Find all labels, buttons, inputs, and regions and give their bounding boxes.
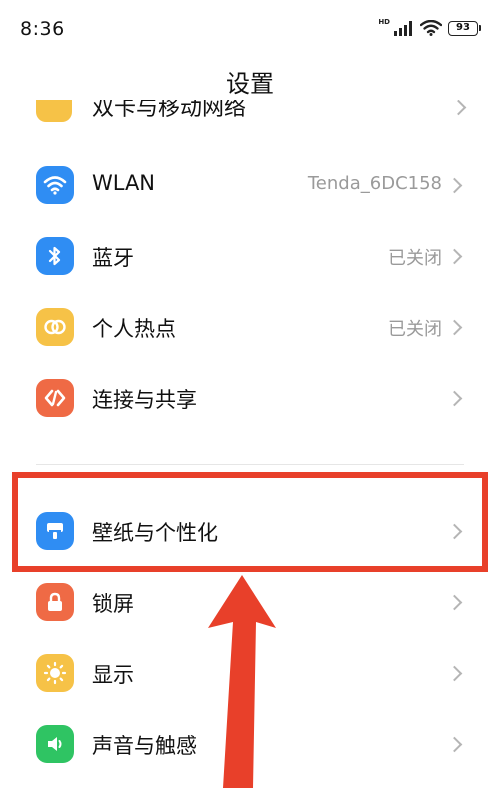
settings-item-display[interactable]: 显示 bbox=[0, 638, 500, 708]
settings-item-label: 个人热点 bbox=[92, 317, 176, 341]
chevron-right-icon bbox=[446, 594, 463, 611]
chevron-right-icon bbox=[450, 100, 467, 116]
settings-item-value: Tenda_6DC158 bbox=[307, 173, 442, 194]
chevron-right-icon bbox=[446, 248, 463, 265]
settings-item-connection-sharing[interactable]: 连接与共享 bbox=[0, 363, 500, 433]
chevron-right-icon bbox=[446, 736, 463, 753]
speaker-icon bbox=[36, 725, 74, 763]
wifi-icon bbox=[36, 166, 74, 204]
sim-card-icon bbox=[36, 100, 72, 122]
settings-screen: 8:36 HD 93 设置 双卡与移动网络 WLAN Tenda_6DC158 … bbox=[0, 0, 500, 788]
share-icon bbox=[36, 379, 74, 417]
settings-item-hotspot[interactable]: 个人热点 已关闭 bbox=[0, 292, 500, 362]
settings-item-label: 连接与共享 bbox=[92, 388, 197, 412]
settings-item-dual-sim[interactable]: 双卡与移动网络 bbox=[0, 100, 500, 130]
hotspot-icon bbox=[36, 308, 74, 346]
status-icons: HD 93 bbox=[378, 18, 481, 36]
settings-item-label: 壁纸与个性化 bbox=[92, 521, 218, 545]
settings-item-lock-screen[interactable]: 锁屏 bbox=[0, 567, 500, 637]
section-divider bbox=[36, 464, 464, 465]
settings-item-bluetooth[interactable]: 蓝牙 已关闭 bbox=[0, 221, 500, 291]
settings-item-label: 双卡与移动网络 bbox=[92, 100, 247, 121]
chevron-right-icon bbox=[446, 523, 463, 540]
settings-item-value: 已关闭 bbox=[388, 248, 442, 269]
wifi-status-icon bbox=[420, 20, 442, 36]
chevron-right-icon bbox=[446, 390, 463, 407]
settings-item-label: 蓝牙 bbox=[92, 246, 134, 270]
settings-item-label: 显示 bbox=[92, 663, 134, 687]
settings-item-wlan[interactable]: WLAN Tenda_6DC158 bbox=[0, 150, 500, 220]
settings-item-label: 锁屏 bbox=[92, 592, 134, 616]
chevron-right-icon bbox=[446, 319, 463, 336]
settings-item-sound-haptics[interactable]: 声音与触感 bbox=[0, 709, 500, 779]
status-bar: 8:36 HD 93 bbox=[0, 0, 500, 60]
lock-icon bbox=[36, 583, 74, 621]
settings-item-label: 声音与触感 bbox=[92, 734, 197, 758]
bluetooth-icon bbox=[36, 237, 74, 275]
hd-badge: HD bbox=[378, 18, 390, 26]
settings-item-value: 已关闭 bbox=[388, 319, 442, 340]
settings-item-wallpaper-personalization[interactable]: 壁纸与个性化 bbox=[0, 496, 500, 566]
battery-indicator: 93 bbox=[448, 20, 481, 36]
signal-icon bbox=[394, 20, 412, 36]
status-time: 8:36 bbox=[20, 18, 65, 40]
chevron-right-icon bbox=[446, 665, 463, 682]
wallpaper-icon bbox=[36, 512, 74, 550]
settings-item-label: WLAN bbox=[92, 171, 156, 195]
chevron-right-icon bbox=[446, 177, 463, 194]
sun-icon bbox=[36, 654, 74, 692]
page-title: 设置 bbox=[226, 70, 274, 98]
